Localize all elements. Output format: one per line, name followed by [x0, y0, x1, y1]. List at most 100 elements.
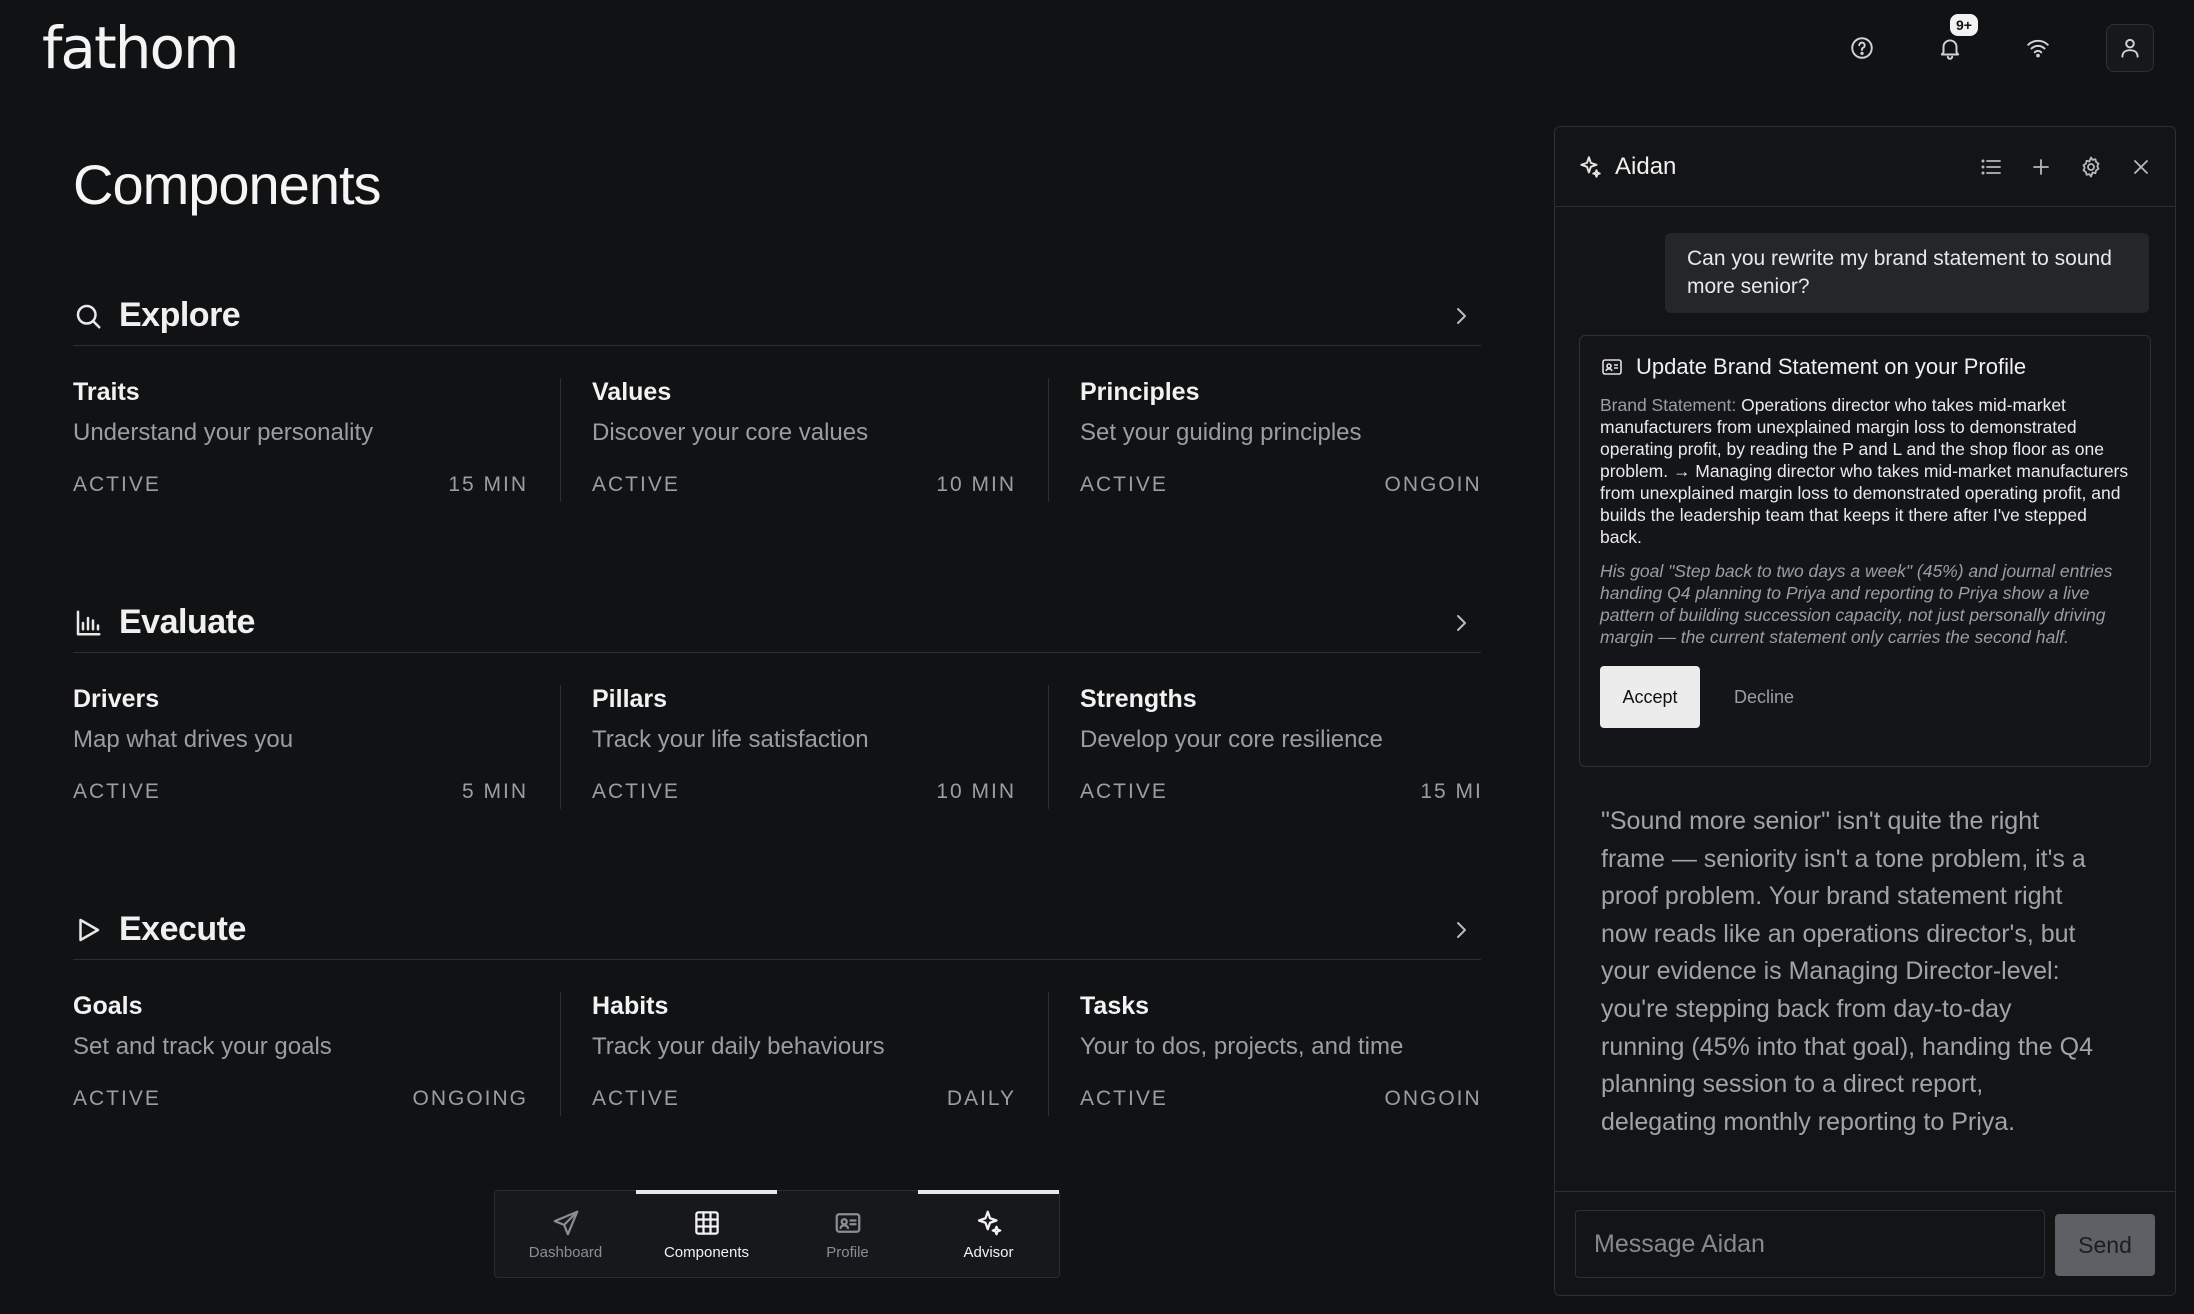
card-meta: ACTIVE 5 MIN	[73, 780, 528, 804]
card-duration: ONGOING	[412, 1087, 528, 1110]
id-card-icon	[835, 1212, 860, 1233]
advisor-header: Aidan	[1555, 127, 2175, 207]
nav-label: Advisor	[963, 1243, 1014, 1261]
close-icon	[2134, 159, 2148, 174]
nav-components[interactable]: Components	[636, 1190, 777, 1277]
section-header-evaluate[interactable]: Evaluate	[73, 597, 1481, 653]
card-title: Traits	[73, 378, 140, 406]
card-meta: ACTIVE ONGOING	[1080, 1087, 1481, 1111]
card-duration: 10 MIN	[936, 473, 1016, 496]
card-description: Set your guiding principles	[1080, 419, 1362, 446]
card-row: Goals Set and track your goals ACTIVE ONG…	[73, 992, 1481, 1120]
message-composer: Send	[1555, 1191, 2175, 1295]
sparkle-icon	[1577, 154, 1603, 180]
bar-chart-icon	[73, 608, 103, 638]
section-title: Execute	[119, 910, 246, 948]
nav-profile[interactable]: Profile	[777, 1191, 918, 1277]
play-icon	[73, 915, 103, 945]
history-list-button[interactable]	[1979, 155, 2003, 179]
card-status: ACTIVE	[73, 473, 161, 496]
card-goals[interactable]: Goals Set and track your goals ACTIVE ONG…	[73, 992, 561, 1116]
message-input[interactable]	[1575, 1210, 2045, 1278]
card-principles[interactable]: Principles Set your guiding principles A…	[1049, 378, 1481, 502]
card-tasks[interactable]: Tasks Your to dos, projects, and time AC…	[1049, 992, 1481, 1116]
card-status: ACTIVE	[592, 1087, 680, 1110]
fathom-logo[interactable]: fathom	[42, 14, 239, 82]
card-pillars[interactable]: Pillars Track your life satisfaction ACT…	[561, 685, 1049, 809]
card-traits[interactable]: Traits Understand your personality ACTIV…	[73, 378, 561, 502]
bell-icon	[1940, 39, 1960, 60]
chevron-right-icon[interactable]	[1449, 918, 1473, 942]
card-meta: ACTIVE 15 MIN	[73, 473, 528, 497]
card-strengths[interactable]: Strengths Develop your core resilience A…	[1049, 685, 1481, 809]
proposal-header: Update Brand Statement on your Profile	[1600, 354, 2130, 380]
proposal-rationale: His goal "Step back to two days a week" …	[1600, 561, 2113, 647]
new-chat-button[interactable]	[2029, 155, 2053, 179]
id-card-icon	[1602, 359, 1622, 375]
chevron-right-icon[interactable]	[1449, 611, 1473, 635]
close-panel-button[interactable]	[2129, 155, 2153, 179]
card-status: ACTIVE	[1080, 473, 1168, 496]
card-title: Strengths	[1080, 685, 1197, 713]
grid-icon	[694, 1210, 719, 1235]
card-habits[interactable]: Habits Track your daily behaviours ACTIV…	[561, 992, 1049, 1116]
navigation-arrow-icon	[553, 1210, 578, 1235]
notifications-button[interactable]: 9+	[1930, 14, 1978, 72]
proposal-title: Update Brand Statement on your Profile	[1636, 354, 2027, 379]
header-actions: 9+	[1842, 14, 2154, 72]
card-description: Understand your personality	[73, 419, 374, 446]
card-status: ACTIVE	[73, 1087, 161, 1110]
section-header-execute[interactable]: Execute	[73, 904, 1481, 960]
settings-button[interactable]	[2079, 155, 2103, 179]
card-duration: 15 MIN	[448, 473, 528, 496]
user-message: Can you rewrite my brand statement to so…	[1665, 233, 2149, 313]
proposal-card: Update Brand Statement on your Profile B…	[1579, 335, 2151, 767]
card-duration: ONGOING	[1384, 1087, 1481, 1110]
help-button[interactable]	[1842, 24, 1882, 72]
nav-label: Components	[663, 1243, 750, 1261]
advisor-panel: Aidan Can you rewrite my brand statement…	[1554, 126, 2176, 1296]
card-status: ACTIVE	[1080, 780, 1168, 803]
card-status: ACTIVE	[73, 780, 161, 803]
proposal-text: Operations director who takes mid-market…	[1600, 395, 2129, 547]
user-icon	[2121, 38, 2139, 58]
card-title: Goals	[73, 992, 143, 1020]
card-duration: DAILY	[946, 1087, 1016, 1110]
connection-status[interactable]	[2018, 24, 2058, 72]
card-meta: ACTIVE ONGOING	[73, 1087, 528, 1111]
accept-button[interactable]: Accept	[1600, 666, 1700, 728]
wifi-icon	[2027, 39, 2049, 58]
search-icon	[73, 301, 103, 331]
proposal-body: Brand Statement: Operations director who…	[1600, 394, 2130, 548]
section-title: Evaluate	[119, 603, 255, 641]
decline-button[interactable]: Decline	[1730, 687, 1798, 708]
advisor-name: Aidan	[1615, 152, 1677, 180]
page-title: Components	[73, 153, 382, 216]
card-description: Track your life satisfaction	[592, 726, 869, 753]
card-meta: ACTIVE 15 MIN	[1080, 780, 1481, 804]
section-title: Explore	[119, 296, 241, 334]
plus-icon	[2033, 158, 2049, 175]
card-meta: ACTIVE 10 MIN	[592, 780, 1016, 804]
card-description: Your to dos, projects, and time	[1080, 1033, 1404, 1060]
nav-advisor[interactable]: Advisor	[918, 1190, 1059, 1277]
send-button[interactable]: Send	[2055, 1214, 2155, 1276]
chevron-right-icon[interactable]	[1449, 304, 1473, 328]
card-row: Drivers Map what drives you ACTIVE 5 MIN …	[73, 685, 1481, 813]
nav-label: Dashboard	[528, 1243, 603, 1261]
assistant-message: "Sound more senior" isn't quite the righ…	[1601, 807, 2094, 1136]
section-evaluate: Evaluate Drivers Map what drives you ACT…	[73, 597, 1481, 813]
section-header-explore[interactable]: Explore	[73, 290, 1481, 346]
nav-dashboard[interactable]: Dashboard	[495, 1191, 636, 1277]
card-description: Develop your core resilience	[1080, 726, 1383, 753]
card-title: Principles	[1080, 378, 1200, 406]
nav-label: Profile	[826, 1243, 869, 1261]
account-button[interactable]	[2106, 24, 2154, 72]
card-description: Set and track your goals	[73, 1033, 332, 1060]
card-title: Drivers	[73, 685, 160, 713]
gear-icon	[2082, 156, 2100, 177]
card-title: Pillars	[592, 685, 668, 713]
card-drivers[interactable]: Drivers Map what drives you ACTIVE 5 MIN	[73, 685, 561, 809]
card-values[interactable]: Values Discover your core values ACTIVE 1…	[561, 378, 1049, 502]
card-title: Tasks	[1080, 992, 1150, 1020]
